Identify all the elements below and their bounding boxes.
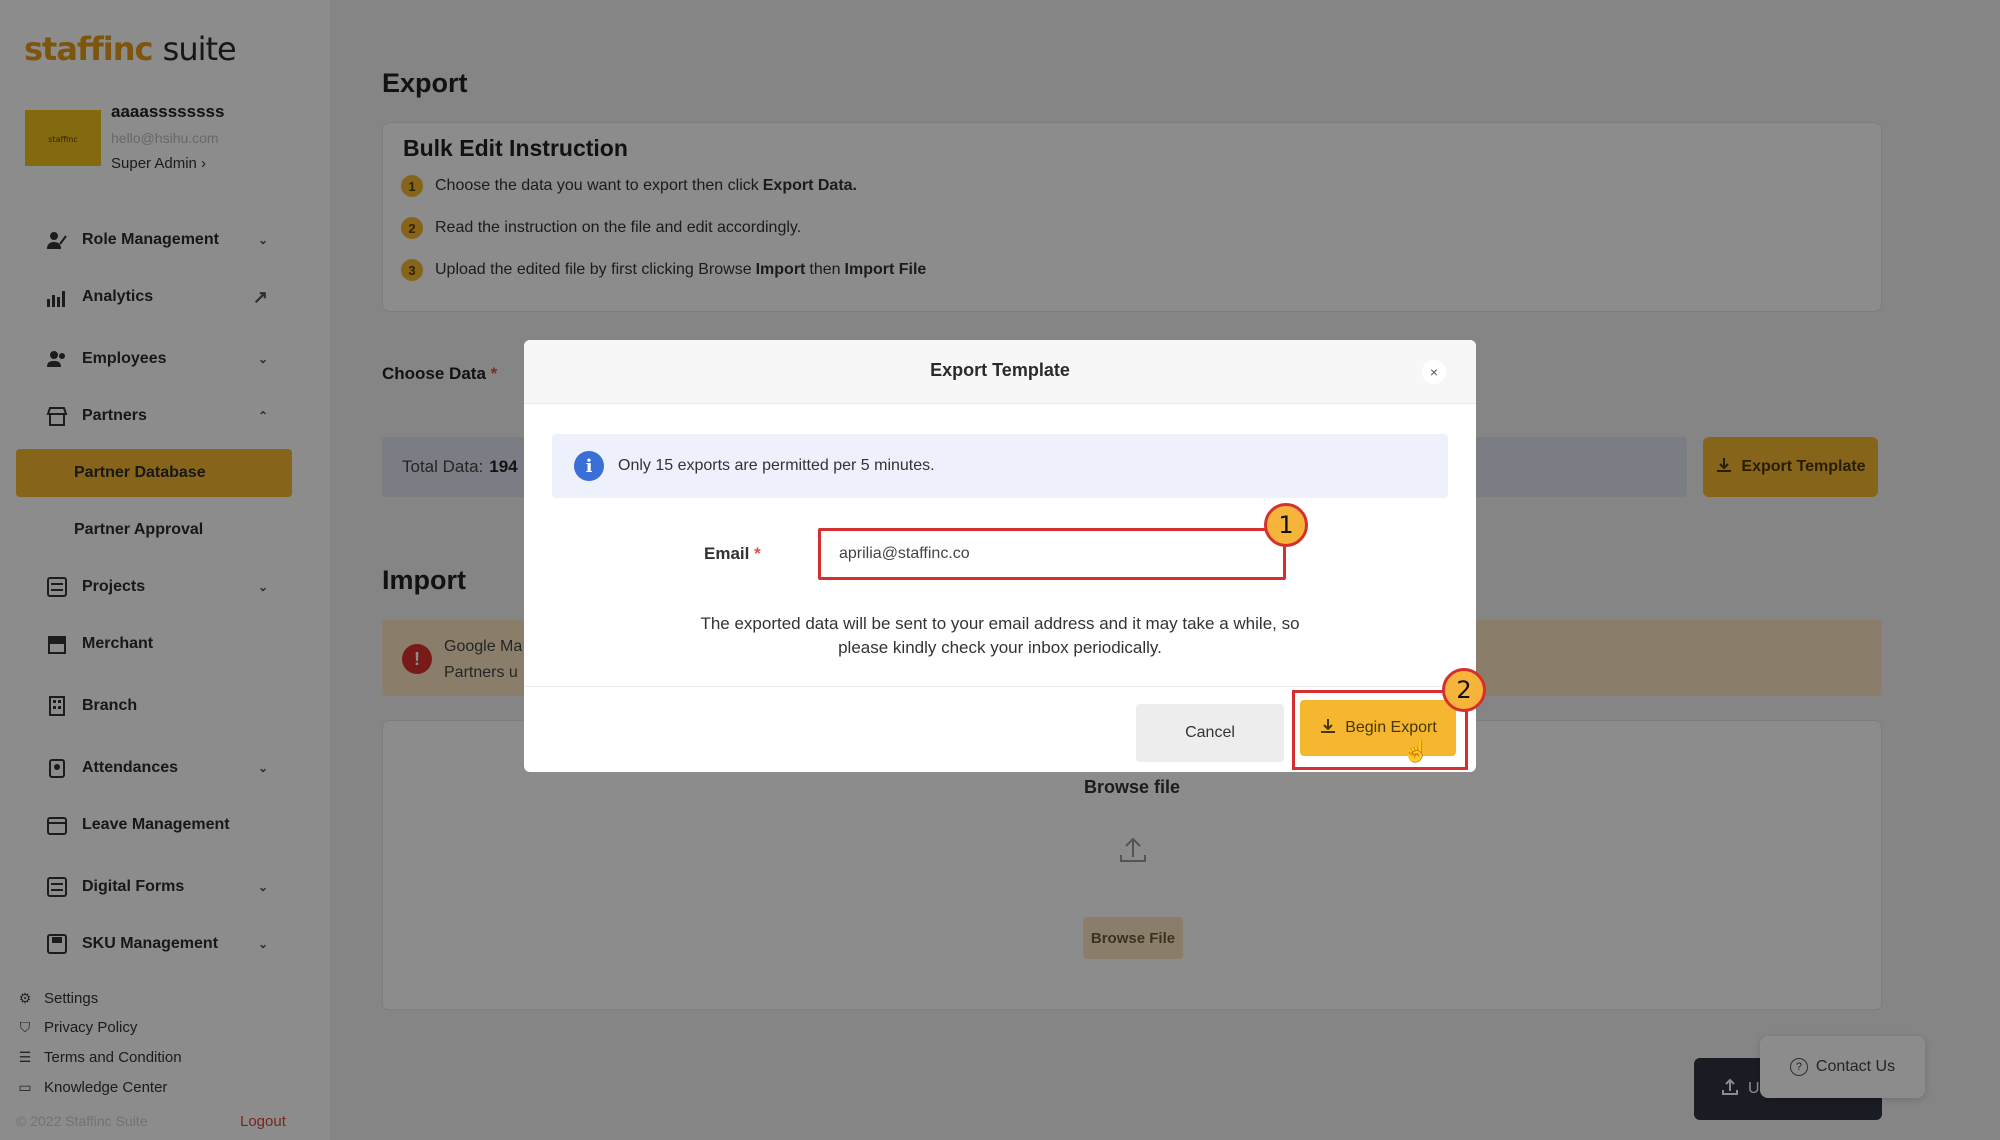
modal-title: Export Template	[930, 360, 1070, 380]
hand-cursor-icon: ☝	[1402, 738, 1430, 763]
cancel-button[interactable]: Cancel	[1136, 704, 1284, 762]
close-icon[interactable]: ×	[1422, 360, 1446, 384]
email-label: Email *	[704, 544, 761, 564]
begin-export-label: Begin Export	[1345, 719, 1437, 736]
info-text: Only 15 exports are permitted per 5 minu…	[618, 457, 935, 474]
note-line: please kindly check your inbox periodica…	[838, 638, 1162, 657]
annotation-badge-2: 2	[1442, 668, 1486, 712]
required-mark: *	[754, 544, 761, 563]
email-label-text: Email	[704, 544, 750, 563]
email-field[interactable]	[818, 528, 1286, 580]
annotation-badge-1: 1	[1264, 503, 1308, 547]
info-icon: i	[574, 451, 604, 481]
modal-note: The exported data will be sent to your e…	[524, 612, 1476, 660]
export-template-modal: Export Template × i Only 15 exports are …	[524, 340, 1476, 772]
download-icon	[1319, 717, 1337, 740]
note-line: The exported data will be sent to your e…	[700, 614, 1300, 633]
modal-header: Export Template ×	[524, 340, 1476, 404]
divider	[524, 686, 1476, 687]
begin-export-button[interactable]: Begin Export	[1300, 700, 1456, 756]
info-banner: i Only 15 exports are permitted per 5 mi…	[552, 434, 1448, 498]
